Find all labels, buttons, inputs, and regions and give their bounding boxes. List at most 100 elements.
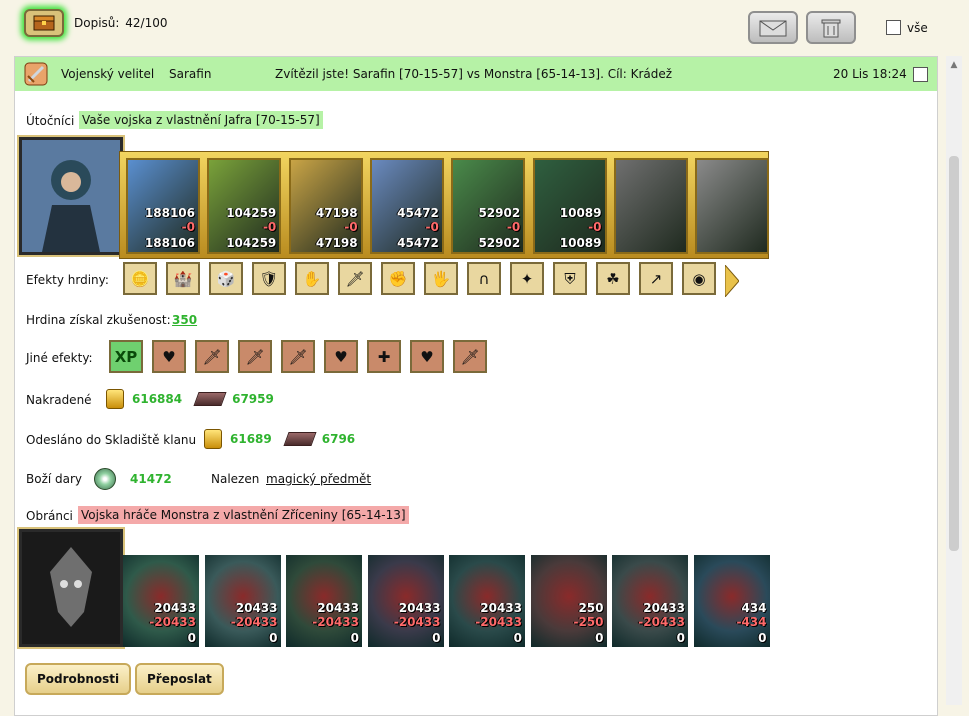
stolen-label: Nakradené [26, 393, 92, 407]
scroll-right-arrow-icon[interactable] [725, 265, 739, 297]
defenders-army: Vojska hráče Monstra z vlastnění Zříceni… [78, 506, 409, 524]
attacker-hero-portrait[interactable] [17, 135, 125, 257]
unit-count-n3: 47198 [315, 236, 358, 250]
gold-icon [106, 389, 124, 409]
mail-count: Dopisů: 42/100 [72, 16, 167, 30]
attacker-unit[interactable]: 52902 -0 52902 [451, 158, 526, 254]
shield-icon[interactable]: 🛡 [252, 262, 286, 295]
attacker-unit[interactable]: 10089 -0 10089 [532, 158, 607, 254]
topbar: Dopisů: 42/100 vše [0, 0, 969, 50]
hand-shield-icon[interactable]: ✋ [295, 262, 329, 295]
found-label: Nalezen [211, 472, 260, 486]
ore-icon [283, 432, 317, 446]
envelope-icon [759, 20, 787, 36]
unit-count-n1: 104259 [226, 206, 277, 220]
details-button[interactable]: Podrobnosti [25, 663, 132, 695]
xp-label: XP [114, 347, 138, 366]
experience-value[interactable]: 350 [172, 313, 197, 327]
defender-unit[interactable]: 20433 -20433 0 [123, 555, 199, 647]
defenders-label: Obránci [26, 509, 73, 523]
clan-label: Odesláno do Skladiště klanu [26, 433, 197, 447]
delete-button[interactable] [806, 11, 856, 44]
scroll-thumb[interactable] [949, 156, 959, 551]
unit-count-n3: 0 [187, 631, 196, 645]
forward-button[interactable]: Přeposlat [135, 663, 224, 695]
defender-unit[interactable]: 20433 -20433 0 [449, 555, 525, 647]
unit-count-n2: -20433 [475, 615, 522, 629]
scroll-up-arrow-icon[interactable]: ▲ [949, 60, 959, 70]
clan-gold: 61689 [230, 432, 272, 446]
hand-icon[interactable]: 🖐 [424, 262, 458, 295]
message-checkbox[interactable] [913, 67, 928, 82]
sword-scroll-icon [24, 62, 48, 86]
fortress-icon[interactable]: 🏰 [166, 262, 200, 295]
unit-count-n3: 0 [595, 631, 604, 645]
sword-icon[interactable]: 🗡 [238, 340, 272, 373]
horseshoe-icon[interactable]: ∩ [467, 262, 501, 295]
forward-label: Přeposlat [147, 672, 212, 686]
write-message-button[interactable] [748, 11, 798, 44]
mail-count-value: 42/100 [125, 16, 168, 30]
sword-icon[interactable]: 🗡 [195, 340, 229, 373]
spear-icon[interactable]: ↗ [639, 262, 673, 295]
unit-count-n2: -0 [344, 220, 358, 234]
unit-count-n3: 0 [350, 631, 359, 645]
unit-count-n1: 20433 [480, 601, 522, 615]
select-all[interactable]: vše [886, 20, 928, 35]
attackers-label: Útočníci [26, 114, 75, 128]
unit-count-n1: 188106 [144, 206, 195, 220]
dice-icon[interactable]: 🎲 [209, 262, 243, 295]
divine-gift-icon [94, 468, 116, 490]
defender-portrait[interactable] [17, 527, 125, 649]
other-effect-list: ♥ 🗡 🗡 🗡 ♥ ✚ ♥ 🗡 [152, 340, 487, 373]
sword-icon[interactable]: 🗡 [453, 340, 487, 373]
sword-icon[interactable]: 🗡 [338, 262, 372, 295]
defender-unit[interactable]: 250 -250 0 [530, 555, 607, 647]
orb-icon[interactable]: ◉ [682, 262, 716, 295]
clover-icon[interactable]: ☘ [596, 262, 630, 295]
attacker-unit[interactable] [613, 158, 688, 254]
gifts-resources: 41472 [94, 468, 172, 490]
scrollbar[interactable]: ▲ [946, 56, 962, 705]
heart-icon[interactable]: ♥ [410, 340, 444, 373]
other-effects: XP ♥ 🗡 🗡 🗡 ♥ ✚ ♥ 🗡 [109, 340, 487, 373]
unit-count-n3: 10089 [559, 236, 602, 250]
sword-icon[interactable]: 🗡 [281, 340, 315, 373]
mail-count-label: Dopisů: [74, 16, 120, 30]
stolen-ore: 67959 [232, 392, 274, 406]
trash-icon [821, 19, 841, 37]
armor-icon[interactable]: ⛨ [553, 262, 587, 295]
unit-count-n3: 0 [269, 631, 278, 645]
hand-sword-icon[interactable]: ✊ [381, 262, 415, 295]
message-from: Sarafin [169, 67, 212, 81]
attacker-unit[interactable]: 47198 -0 47198 [288, 158, 363, 254]
defender-unit[interactable]: 20433 -20433 0 [204, 555, 281, 647]
heart-icon[interactable]: ♥ [152, 340, 186, 373]
attacker-unit[interactable]: 188106 -0 188106 [126, 158, 200, 254]
attacker-unit[interactable] [695, 158, 770, 254]
select-all-checkbox[interactable] [886, 20, 901, 35]
cross-icon[interactable]: ✚ [367, 340, 401, 373]
attacker-unit[interactable]: 45472 -0 45472 [369, 158, 444, 254]
unit-count-n1: 45472 [397, 206, 439, 220]
crystal-icon[interactable]: ✦ [510, 262, 544, 295]
found-item-link[interactable]: magický předmět [266, 472, 371, 486]
heart-icon[interactable]: ♥ [324, 340, 358, 373]
attacker-unit[interactable]: 104259 -0 104259 [207, 158, 282, 254]
attacker-units: 188106 -0 188106 104259 -0 104259 47198 -0 47198… [119, 151, 770, 259]
xp-icon[interactable]: XP [109, 340, 143, 373]
defender-unit[interactable]: 20433 -20433 0 [367, 555, 444, 647]
defender-unit[interactable]: 434 -434 0 [693, 555, 770, 647]
message-subject[interactable]: Zvítězil jste! Sarafin [70-15-57] vs Mon… [275, 67, 672, 81]
unit-count-n1: 20433 [398, 601, 441, 615]
message-header[interactable]: Vojenský velitel Sarafin Zvítězil jste! … [15, 57, 937, 91]
stolen-resources: 616884 67959 [106, 389, 274, 409]
unit-count-n2: -20433 [230, 615, 278, 629]
clan-ore: 6796 [321, 432, 356, 446]
sack-icon[interactable]: 🪙 [123, 262, 157, 295]
defender-unit[interactable]: 20433 -20433 0 [612, 555, 688, 647]
unit-count-n3: 0 [758, 631, 767, 645]
unit-count-n3: 0 [676, 631, 685, 645]
treasure-chest-button[interactable] [24, 9, 64, 37]
defender-unit[interactable]: 20433 -20433 0 [286, 555, 362, 647]
